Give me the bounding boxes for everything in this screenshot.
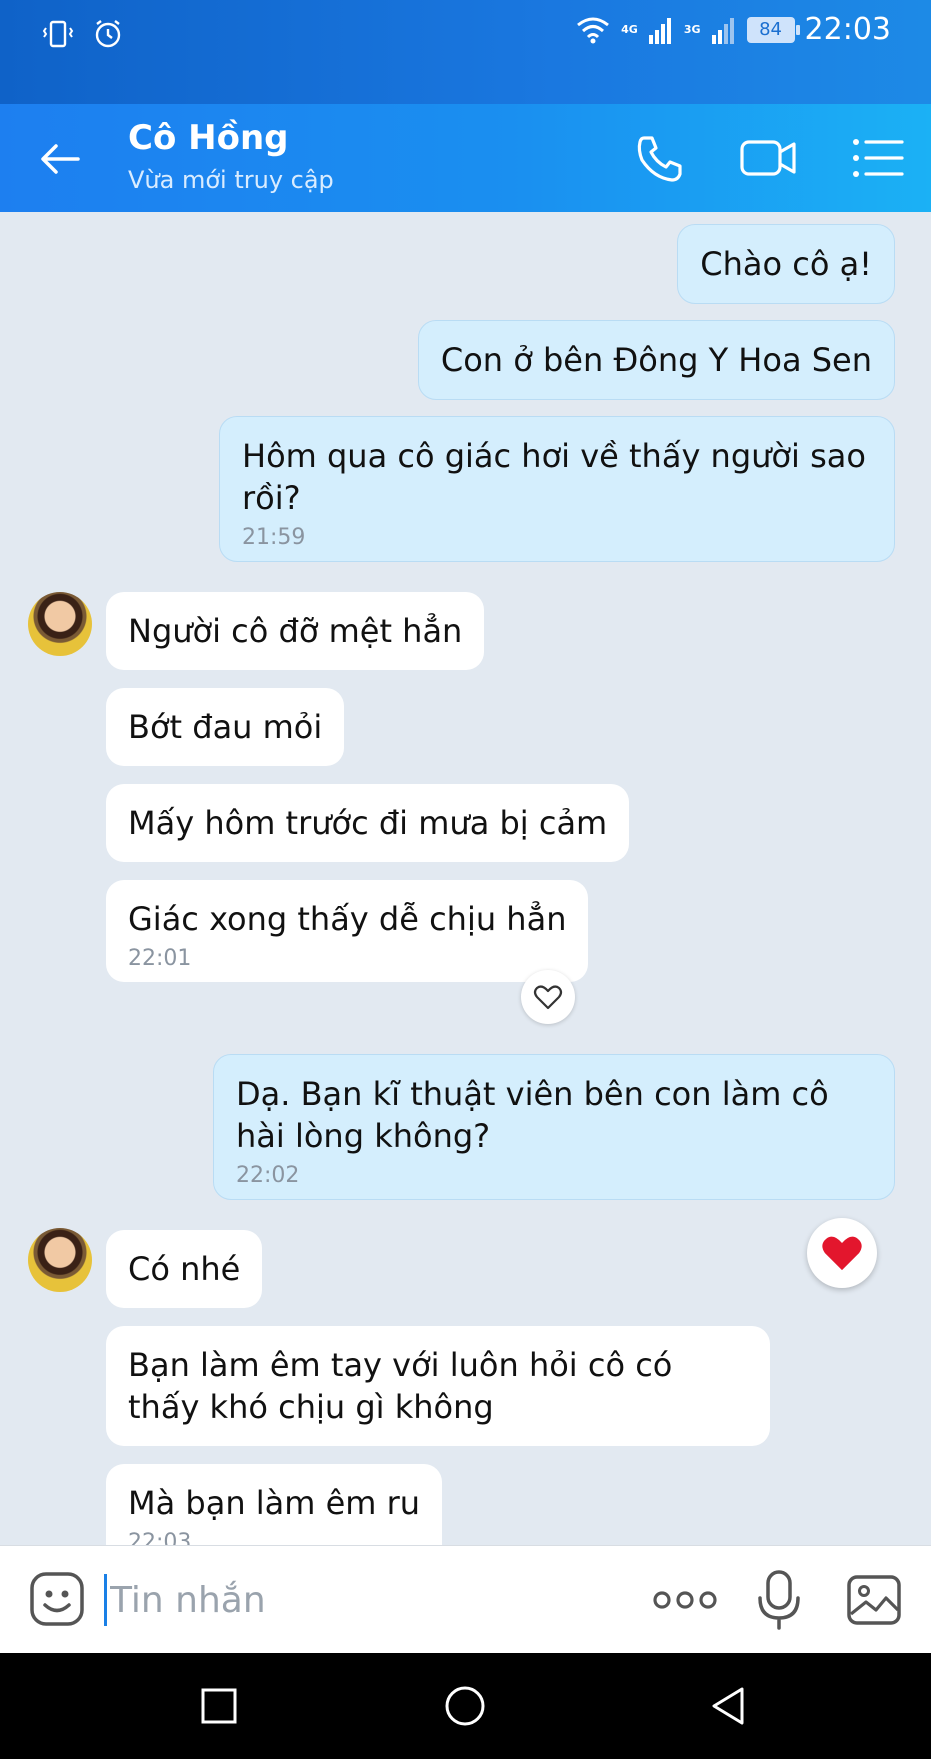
text-cursor [104, 1574, 107, 1626]
message-time: 21:59 [242, 525, 306, 550]
message-text: Mấy hôm trước đi mưa bị cảm [128, 804, 608, 842]
phone-icon[interactable] [630, 130, 690, 186]
status-bar: 4G 3G 84 22:03 [0, 0, 931, 104]
message-outgoing[interactable]: Chào cô ạ! [677, 224, 895, 304]
message-text: Mà bạn làm êm ru [128, 1484, 421, 1522]
message-incoming[interactable]: Có nhé [106, 1230, 263, 1308]
contact-status: Vừa mới truy cập [128, 166, 334, 194]
message-text: Người cô đỡ mệt hẳn [128, 612, 463, 650]
back-nav-icon[interactable] [706, 1683, 752, 1729]
system-nav-bar [0, 1653, 931, 1759]
network-type-2: 3G [683, 23, 701, 36]
composer-bar [0, 1545, 931, 1653]
message-text: Bạn làm êm tay với luôn hỏi cô có thấy k… [128, 1346, 673, 1426]
wifi-icon [577, 17, 610, 43]
contact-name[interactable]: Cô Hồng [128, 118, 289, 158]
message-text: Có nhé [128, 1250, 241, 1288]
message-incoming[interactable]: Bạn làm êm tay với luôn hỏi cô có thấy k… [106, 1326, 770, 1446]
message-text: Dạ. Bạn kĩ thuật viên bên con làm cô hài… [236, 1075, 829, 1155]
more-options-icon[interactable] [652, 1582, 718, 1618]
image-gallery-icon[interactable] [846, 1574, 902, 1626]
back-arrow-icon[interactable] [36, 134, 86, 184]
home-icon[interactable] [442, 1683, 488, 1729]
message-time: 22:01 [128, 946, 192, 971]
heart-outline-icon [533, 985, 563, 1010]
message-outgoing[interactable]: Hôm qua cô giác hơi về thấy người sao rồ… [219, 416, 895, 562]
message-incoming[interactable]: Bớt đau mỏi [106, 688, 345, 766]
message-incoming[interactable]: Mà bạn làm êm ru 22:03 [106, 1464, 443, 1545]
sticker-emoji-icon[interactable] [28, 1570, 86, 1628]
microphone-icon[interactable] [754, 1568, 804, 1632]
clock: 22:03 [804, 12, 891, 47]
message-outgoing[interactable]: Dạ. Bạn kĩ thuật viên bên con làm cô hài… [213, 1054, 895, 1200]
heart-filled-icon [822, 1236, 862, 1271]
alarm-icon [95, 20, 121, 48]
battery-indicator: 84 [746, 16, 800, 43]
message-text: Bớt đau mỏi [128, 708, 323, 746]
menu-list-icon[interactable] [848, 130, 908, 186]
message-incoming[interactable]: Giác xong thấy dễ chịu hẳn 22:01 [106, 880, 589, 982]
network-type-1: 4G [621, 23, 638, 36]
message-text: Giác xong thấy dễ chịu hẳn [128, 900, 567, 938]
message-text: Con ở bên Đông Y Hoa Sen [440, 341, 872, 379]
message-time: 22:02 [236, 1163, 300, 1188]
message-incoming[interactable]: Mấy hôm trước đi mưa bị cảm [106, 784, 630, 862]
message-time: 22:03 [128, 1530, 192, 1545]
like-reaction-button[interactable] [521, 970, 575, 1024]
heart-reaction[interactable] [807, 1218, 877, 1288]
video-call-icon[interactable] [738, 130, 798, 186]
signal-icon-2 [711, 17, 734, 44]
message-incoming[interactable]: Người cô đỡ mệt hẳn [106, 592, 485, 670]
message-text: Chào cô ạ! [700, 245, 872, 283]
message-list[interactable]: Chào cô ạ! Con ở bên Đông Y Hoa Sen Hôm … [0, 212, 931, 1545]
avatar[interactable] [28, 592, 92, 656]
recent-apps-icon[interactable] [196, 1683, 242, 1729]
message-outgoing[interactable]: Con ở bên Đông Y Hoa Sen [417, 320, 895, 400]
chat-header: Cô Hồng Vừa mới truy cập [0, 104, 931, 212]
vibrate-icon [42, 20, 74, 48]
signal-icon [648, 17, 671, 44]
message-text: Hôm qua cô giác hơi về thấy người sao rồ… [242, 437, 866, 517]
message-input[interactable] [110, 1572, 630, 1628]
avatar[interactable] [28, 1228, 92, 1292]
